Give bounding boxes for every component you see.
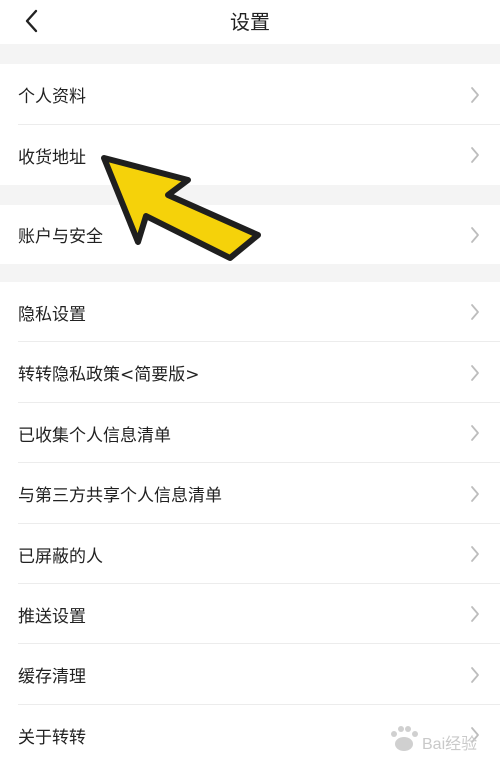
chevron-right-icon <box>471 147 479 163</box>
settings-item-label: 推送设置 <box>18 606 86 627</box>
chevron-right-icon <box>471 485 479 502</box>
page-title: 设置 <box>230 10 270 34</box>
chevron-right-icon <box>471 606 479 622</box>
settings-item-label: 个人资料 <box>18 87 86 107</box>
settings-item-collected-info[interactable]: 已收集个人信息清单 <box>0 403 500 463</box>
chevron-right-icon <box>471 666 479 683</box>
settings-item-clear-cache[interactable]: 缓存清理 <box>0 644 500 705</box>
chevron-right-icon <box>471 226 479 243</box>
chevron-right-icon <box>471 364 479 381</box>
settings-item-privacy-policy[interactable]: 转转隐私政策<简要版> <box>0 342 500 403</box>
chevron-right-icon <box>471 86 479 103</box>
settings-item-label: 隐私设置 <box>18 304 86 325</box>
settings-item-label: 收货地址 <box>18 147 86 168</box>
settings-item-label: 转转隐私政策<简要版> <box>18 365 200 385</box>
settings-item-label: 关于转转 <box>18 727 86 748</box>
pointer-arrow-icon <box>101 155 261 261</box>
chevron-right-icon <box>471 304 479 320</box>
nav-header: 设置 <box>0 0 500 44</box>
settings-item-push[interactable]: 推送设置 <box>0 584 500 644</box>
settings-item-label: 缓存清理 <box>18 667 86 687</box>
settings-item-label: 已屏蔽的人 <box>18 546 103 567</box>
settings-item-third-party-sharing[interactable]: 与第三方共享个人信息清单 <box>0 463 500 524</box>
chevron-right-icon <box>471 425 479 441</box>
chevron-right-icon <box>471 546 479 562</box>
watermark-text: Bai经验 <box>422 736 478 753</box>
settings-item-label: 与第三方共享个人信息清单 <box>18 486 222 506</box>
settings-item-label: 已收集个人信息清单 <box>18 425 171 446</box>
settings-item-blocked-users[interactable]: 已屏蔽的人 <box>0 524 500 584</box>
section-gap <box>0 44 500 64</box>
settings-item-profile[interactable]: 个人资料 <box>0 64 500 125</box>
